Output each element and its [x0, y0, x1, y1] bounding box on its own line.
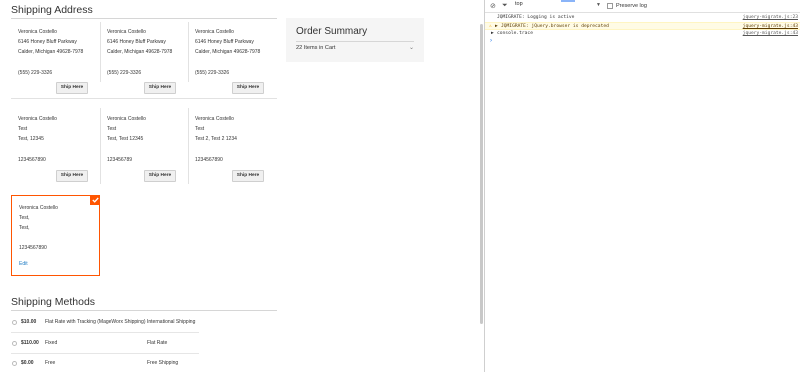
address-name: Veronica Costello: [195, 29, 234, 35]
ship-here-button[interactable]: Ship Here: [144, 82, 176, 94]
title-divider: [11, 310, 277, 311]
console-warning-entry: ⚠ ▶ JQMIGRATE: jQuery.browser is depreca…: [485, 22, 800, 30]
address-name: Veronica Costello: [107, 29, 146, 35]
address-name: Veronica Costello: [18, 116, 57, 122]
summary-divider: [296, 41, 414, 42]
log-source-link[interactable]: jquery-migrate.js:23: [743, 14, 798, 22]
address-city: Calder, Michigan 49628-7978: [107, 49, 173, 56]
address-name: Veronica Costello: [107, 116, 146, 122]
method-divider: [11, 332, 199, 333]
address-card: Veronica Costello 6146 Honey Bluff Parkw…: [107, 27, 193, 78]
log-message: JQMIGRATE: Logging is active: [497, 15, 575, 20]
address-city: Test 2, Test 2 1234: [195, 136, 237, 143]
ship-here-button[interactable]: Ship Here: [56, 170, 88, 182]
address-phone: (555) 229-3326: [18, 69, 53, 76]
address-phone: (555) 229-3326: [107, 69, 142, 76]
address-card: Veronica Costello Test Test, Test 12345 …: [107, 114, 193, 165]
address-phone: 1234567890: [195, 156, 223, 163]
selected-address-card[interactable]: Veronica Costello Test, Test, 1234567890…: [11, 195, 100, 276]
preserve-log-label: Preserve log: [616, 3, 647, 9]
ship-here-button[interactable]: Ship Here: [232, 82, 264, 94]
address-street: 6146 Honey Bluff Parkway: [195, 39, 254, 46]
log-message: console.trace: [497, 31, 533, 36]
page-scrollbar[interactable]: [480, 24, 483, 324]
method-radio[interactable]: [12, 361, 17, 366]
address-city: Calder, Michigan 49628-7978: [195, 49, 261, 56]
address-phone: 1234567890: [18, 156, 46, 163]
method-price: $110.00: [21, 340, 39, 346]
address-city: Calder, Michigan 49628-7978: [18, 49, 84, 56]
address-street: Test,: [19, 215, 30, 222]
log-source-link[interactable]: jquery-migrate.js:43: [743, 30, 798, 38]
address-name: Veronica Costello: [19, 205, 58, 211]
method-price: $0.00: [21, 360, 34, 366]
address-phone: (555) 229-3326: [195, 69, 230, 76]
ship-here-button[interactable]: Ship Here: [56, 82, 88, 94]
order-summary-panel: Order Summary 22 Items in Cart ⌄: [286, 18, 424, 62]
order-summary-title: Order Summary: [296, 26, 368, 37]
method-radio[interactable]: [12, 320, 17, 325]
address-card: Veronica Costello Test Test, 12345 12345…: [18, 114, 104, 165]
method-radio[interactable]: [12, 341, 17, 346]
method-carrier: Free Shipping: [147, 360, 179, 366]
shipping-address-title: Shipping Address: [11, 4, 93, 16]
method-carrier: International Shipping: [147, 319, 196, 325]
address-name: Veronica Costello: [195, 116, 234, 122]
console-prompt[interactable]: ›: [490, 38, 492, 44]
method-price: $10.00: [21, 319, 37, 325]
clear-console-icon[interactable]: ⊘: [490, 2, 496, 10]
context-value: top: [515, 1, 523, 7]
method-carrier: Flat Rate: [147, 340, 168, 346]
address-city: Test, Test 12345: [107, 136, 144, 143]
method-divider: [11, 353, 199, 354]
method-title: Free: [45, 360, 56, 366]
items-in-cart-toggle[interactable]: 22 Items in Cart: [296, 45, 335, 51]
address-phone: 1234567890: [19, 244, 47, 251]
address-phone: 123456789: [107, 156, 133, 163]
caret-down-icon: ▼: [596, 2, 601, 8]
grid-divider: [11, 98, 277, 99]
filter-icon[interactable]: ⏷: [502, 2, 508, 10]
console-log-entry: JQMIGRATE: Logging is active jquery-migr…: [485, 14, 800, 22]
expand-triangle-icon[interactable]: ▶: [491, 30, 494, 38]
edit-address-link[interactable]: Edit: [19, 259, 105, 269]
address-street: Test: [107, 126, 117, 133]
address-street: Test: [195, 126, 205, 133]
devtools-console: ⊘ ⏷ top ▼ Preserve log JQMIGRATE: Loggin…: [484, 0, 800, 372]
title-divider: [11, 18, 277, 19]
context-select[interactable]: top ▼: [515, 1, 601, 11]
address-city: Test, 12345: [18, 136, 44, 143]
address-card: Veronica Costello Test, Test, 1234567890…: [19, 203, 105, 269]
chevron-down-icon[interactable]: ⌄: [409, 44, 414, 51]
console-log-entry: ▶ console.trace jquery-migrate.js:43: [485, 30, 800, 38]
shipping-method-row[interactable]: $110.00 Fixed Flat Rate: [11, 335, 199, 352]
ship-here-button[interactable]: Ship Here: [144, 170, 176, 182]
address-street: 6146 Honey Bluff Parkway: [18, 39, 77, 46]
method-title: Fixed: [45, 340, 58, 346]
console-toolbar: ⊘ ⏷ top ▼ Preserve log: [485, 0, 800, 13]
address-city: Test,: [19, 225, 30, 232]
address-card: Veronica Costello 6146 Honey Bluff Parkw…: [195, 27, 281, 78]
method-title: Flat Rate with Tracking (MageWorx Shippi…: [45, 319, 146, 325]
shipping-method-row[interactable]: $10.00 Flat Rate with Tracking (MageWorx…: [11, 314, 199, 331]
address-street: 6146 Honey Bluff Parkway: [107, 39, 166, 46]
ship-here-button[interactable]: Ship Here: [232, 170, 264, 182]
shipping-method-row[interactable]: $0.00 Free Free Shipping: [11, 355, 199, 372]
preserve-log-checkbox[interactable]: [607, 3, 613, 9]
address-name: Veronica Costello: [18, 29, 57, 35]
shipping-methods-title: Shipping Methods: [11, 296, 96, 308]
address-card: Veronica Costello Test Test 2, Test 2 12…: [195, 114, 281, 165]
checkout-page: Shipping Address Veronica Costello 6146 …: [0, 0, 482, 372]
address-street: Test: [18, 126, 28, 133]
address-card: Veronica Costello 6146 Honey Bluff Parkw…: [18, 27, 104, 78]
